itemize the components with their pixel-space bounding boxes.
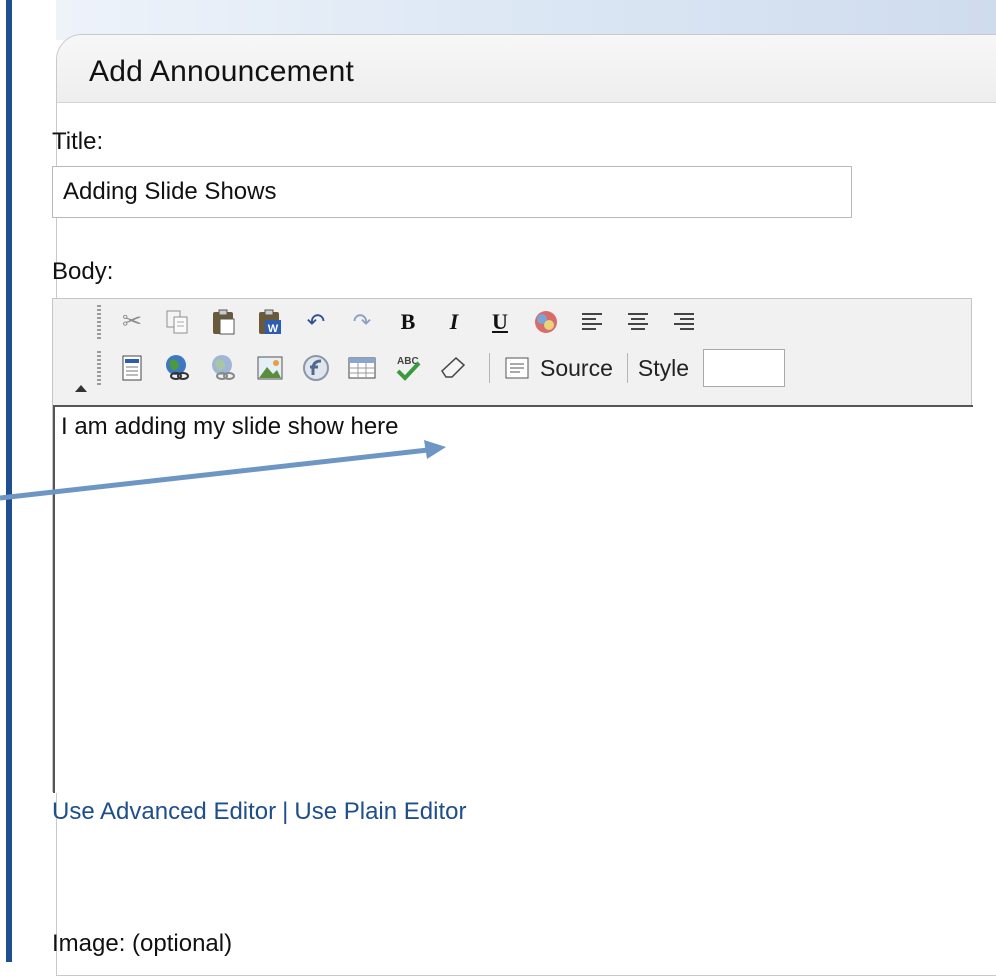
redo-icon[interactable]: ↷ xyxy=(345,305,379,339)
body-label: Body: xyxy=(52,258,114,285)
source-button[interactable]: Source xyxy=(540,351,613,385)
use-plain-editor-link[interactable]: Use Plain Editor xyxy=(294,798,466,825)
insert-image-icon[interactable] xyxy=(253,351,287,385)
source-icon[interactable] xyxy=(500,351,534,385)
align-right-icon[interactable] xyxy=(667,305,701,339)
editor-switch-links: Use Advanced Editor | Use Plain Editor xyxy=(52,798,466,826)
use-advanced-editor-link[interactable]: Use Advanced Editor xyxy=(52,798,276,825)
editor-content-area[interactable]: I am adding my slide show here xyxy=(53,405,973,793)
remove-link-icon[interactable] xyxy=(207,351,241,385)
style-select[interactable] xyxy=(703,349,786,387)
bold-icon[interactable]: B xyxy=(391,305,425,339)
remove-format-icon[interactable] xyxy=(529,305,563,339)
insert-link-icon[interactable] xyxy=(161,351,195,385)
eraser-icon[interactable] xyxy=(437,351,471,385)
toolbar-row-2: ABC Source Style xyxy=(97,345,786,391)
paste-word-icon[interactable]: W xyxy=(253,305,287,339)
cut-icon[interactable]: ✂ xyxy=(115,305,149,339)
toolbar-separator xyxy=(489,353,490,383)
insert-flash-icon[interactable] xyxy=(299,351,333,385)
align-left-icon[interactable] xyxy=(575,305,609,339)
toolbar-separator xyxy=(626,353,628,383)
rich-text-editor: ✂ W ↶ ↷ B I U ABC Source Style I am addi… xyxy=(52,298,973,793)
italic-icon[interactable]: I xyxy=(437,305,471,339)
svg-text:W: W xyxy=(268,323,279,335)
spell-check-icon[interactable]: ABC xyxy=(391,351,425,385)
title-label: Title: xyxy=(52,128,104,155)
toolbar-row-1: ✂ W ↶ ↷ B I U xyxy=(97,299,713,345)
insert-table-icon[interactable] xyxy=(345,351,379,385)
paste-icon[interactable] xyxy=(207,305,241,339)
panel-title: Add Announcement xyxy=(89,55,355,88)
new-page-icon[interactable] xyxy=(115,351,149,385)
link-separator: | xyxy=(282,798,289,825)
align-center-icon[interactable] xyxy=(621,305,655,339)
copy-icon[interactable] xyxy=(161,305,195,339)
left-border-rule xyxy=(0,0,14,962)
toolbar-grip xyxy=(97,305,101,339)
panel-header: Add Announcement xyxy=(57,35,996,103)
toolbar-grip xyxy=(97,351,101,385)
toolbar-collapse-icon[interactable] xyxy=(75,385,87,392)
title-input[interactable] xyxy=(52,166,852,218)
underline-icon[interactable]: U xyxy=(483,305,517,339)
image-optional-label: Image: (optional) xyxy=(52,930,233,957)
undo-icon[interactable]: ↶ xyxy=(299,305,333,339)
style-label: Style xyxy=(637,354,690,381)
